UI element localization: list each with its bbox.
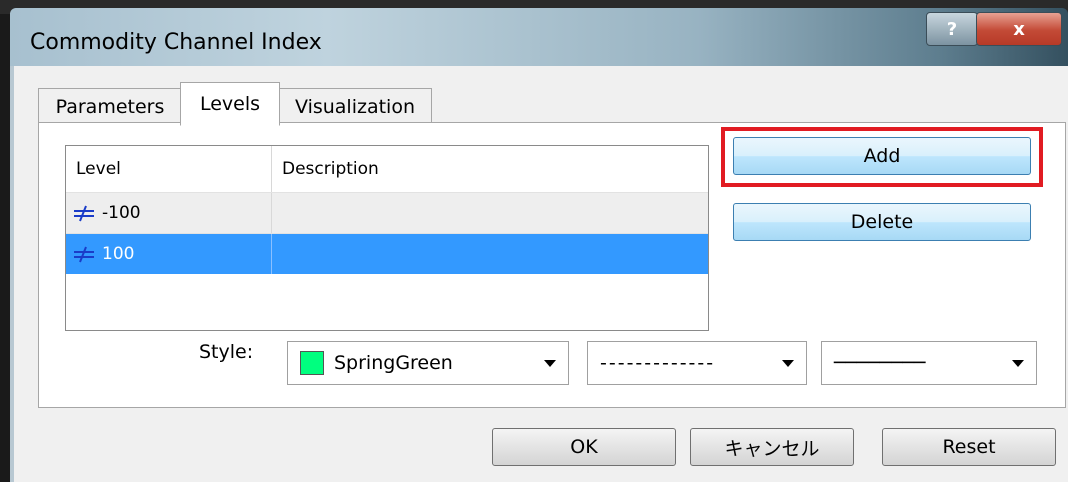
column-header-description[interactable]: Description bbox=[272, 146, 708, 192]
help-button[interactable]: ? bbox=[926, 12, 978, 46]
reset-button[interactable]: Reset bbox=[882, 428, 1056, 466]
level-line-icon bbox=[74, 205, 94, 222]
level-cell: 100 bbox=[66, 234, 272, 274]
line-style-select[interactable]: ------------- bbox=[587, 341, 807, 385]
dialog-body: Parameters Levels Visualization Level De… bbox=[10, 66, 1068, 482]
level-line-icon bbox=[74, 246, 94, 263]
description-cell bbox=[272, 193, 708, 233]
chevron-down-icon bbox=[544, 360, 556, 367]
tab-visualization[interactable]: Visualization bbox=[278, 88, 432, 125]
list-header: Level Description bbox=[66, 146, 708, 193]
line-width-select[interactable]: ──────── bbox=[821, 341, 1037, 385]
description-cell bbox=[272, 234, 708, 274]
table-row-selected[interactable]: 100 bbox=[66, 234, 708, 274]
color-select[interactable]: SpringGreen bbox=[287, 341, 569, 385]
window-title: Commodity Channel Index bbox=[30, 30, 322, 55]
close-icon: x bbox=[1013, 18, 1025, 40]
level-value: -100 bbox=[102, 203, 141, 223]
title-bar[interactable]: Commodity Channel Index ? x bbox=[10, 8, 1068, 66]
ok-button[interactable]: OK bbox=[492, 428, 676, 466]
levels-panel: Level Description -100 100 Add Delete St… bbox=[38, 122, 1066, 408]
close-button[interactable]: x bbox=[976, 12, 1062, 46]
tab-levels[interactable]: Levels bbox=[180, 82, 280, 126]
color-select-value: SpringGreen bbox=[334, 352, 453, 374]
chevron-down-icon bbox=[1012, 360, 1024, 367]
table-row[interactable]: -100 bbox=[66, 193, 708, 234]
level-value: 100 bbox=[102, 244, 135, 264]
style-label: Style: bbox=[199, 341, 254, 363]
levels-list[interactable]: Level Description -100 100 bbox=[65, 145, 709, 331]
chevron-down-icon bbox=[782, 360, 794, 367]
tab-parameters[interactable]: Parameters bbox=[38, 88, 182, 125]
delete-button[interactable]: Delete bbox=[733, 203, 1031, 241]
cancel-button[interactable]: キャンセル bbox=[690, 428, 854, 466]
line-style-value: ------------- bbox=[600, 352, 716, 374]
level-cell: -100 bbox=[66, 193, 272, 233]
line-width-value: ──────── bbox=[834, 352, 926, 374]
color-swatch bbox=[300, 351, 324, 375]
add-button[interactable]: Add bbox=[733, 137, 1031, 175]
column-header-level[interactable]: Level bbox=[66, 146, 272, 192]
help-icon: ? bbox=[946, 18, 958, 40]
